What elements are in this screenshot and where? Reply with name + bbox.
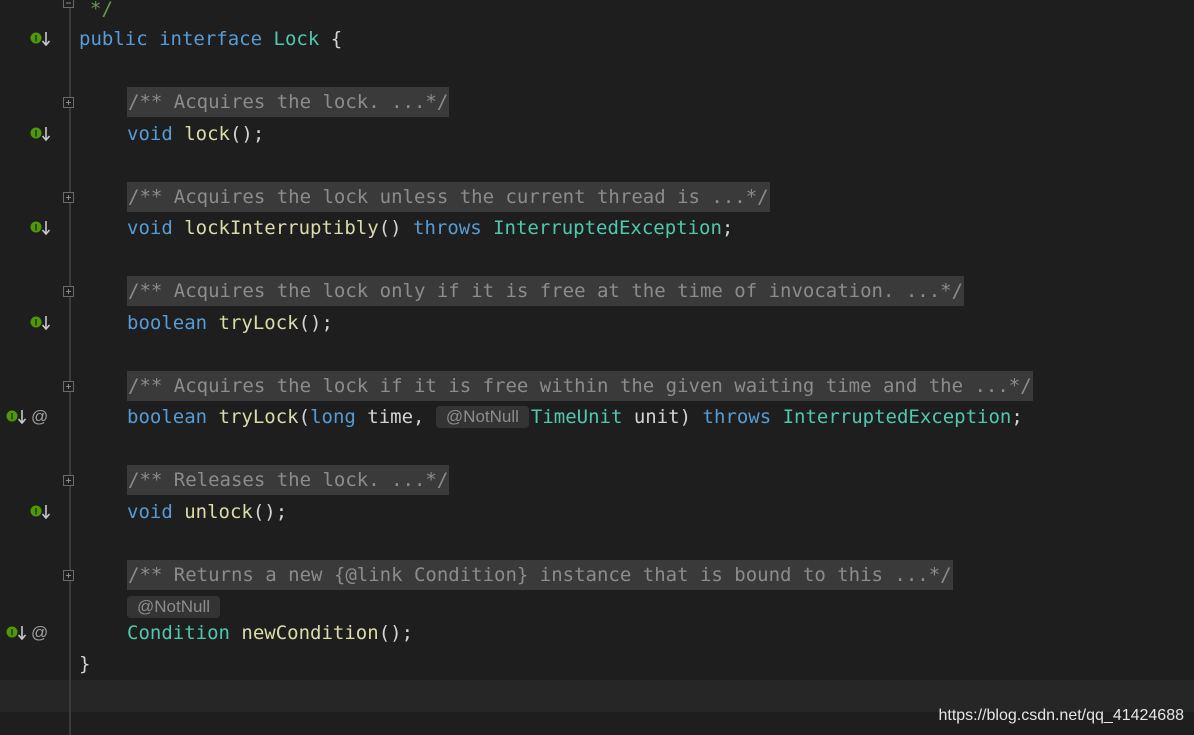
- javadoc-line: /** Acquires the lock if it is free with…: [0, 371, 1194, 401]
- javadoc-line: /** Acquires the lock unless the current…: [0, 182, 1194, 212]
- keyword-public: public: [79, 28, 148, 50]
- code-editor[interactable]: */ I public interface Lock { /** Acquire…: [0, 0, 1194, 735]
- javadoc-folded[interactable]: /** Acquires the lock only if it is free…: [127, 276, 965, 306]
- code-line: I boolean tryLock();: [0, 308, 1194, 338]
- code-line: I void lock();: [0, 119, 1194, 149]
- keyword-interface: interface: [159, 28, 263, 50]
- code-line: I @ boolean tryLock(long time, @NotNull T…: [0, 402, 1194, 432]
- code-line: }: [0, 649, 1194, 679]
- annotation-at-icon[interactable]: @: [31, 623, 48, 643]
- method-declaration: void unlock();: [127, 501, 288, 523]
- fold-expand-icon[interactable]: [63, 97, 74, 108]
- method-name[interactable]: newCondition: [241, 622, 378, 644]
- svg-text:I: I: [35, 318, 38, 328]
- fold-expand-icon[interactable]: [63, 192, 74, 203]
- javadoc-line: /** Acquires the lock. ...*/: [0, 87, 1194, 117]
- exception-type[interactable]: InterruptedException: [783, 406, 1012, 428]
- method-declaration: boolean tryLock();: [127, 312, 333, 334]
- notnull-inlay-hint: @NotNull: [127, 596, 220, 618]
- implemented-down-arrow-icon[interactable]: I: [6, 623, 28, 643]
- fold-expand-icon[interactable]: [63, 475, 74, 486]
- fold-expand-icon[interactable]: [63, 381, 74, 392]
- svg-text:I: I: [35, 129, 38, 139]
- watermark-url: https://blog.csdn.net/qq_41424688: [938, 707, 1184, 724]
- fold-expand-icon[interactable]: [63, 286, 74, 297]
- fold-end-icon[interactable]: [63, 0, 74, 8]
- javadoc-folded[interactable]: /** Acquires the lock. ...*/: [127, 87, 450, 117]
- return-type[interactable]: Condition: [127, 622, 230, 644]
- annotation-at-icon[interactable]: @: [31, 407, 48, 427]
- code-line: I public interface Lock {: [0, 24, 1194, 54]
- exception-type[interactable]: InterruptedException: [493, 217, 722, 239]
- method-name[interactable]: lock: [184, 123, 230, 145]
- code-line: I void lockInterruptibly() throws Interr…: [0, 213, 1194, 243]
- method-name[interactable]: unlock: [184, 501, 253, 523]
- implemented-down-arrow-icon[interactable]: I: [30, 313, 52, 333]
- code-line: */: [0, 0, 1194, 24]
- method-name[interactable]: tryLock: [219, 312, 299, 334]
- method-declaration: void lock();: [127, 123, 265, 145]
- method-name[interactable]: lockInterruptibly: [184, 217, 378, 239]
- javadoc-folded[interactable]: /** Returns a new {@link Condition} inst…: [127, 560, 953, 590]
- notnull-inlay-hint: @NotNull: [435, 406, 529, 428]
- interface-declaration: public interface Lock {: [79, 24, 342, 54]
- svg-text:I: I: [35, 223, 38, 233]
- open-brace: {: [330, 28, 343, 50]
- svg-text:I: I: [35, 507, 38, 517]
- javadoc-folded[interactable]: /** Acquires the lock unless the current…: [127, 182, 770, 212]
- method-name[interactable]: tryLock: [219, 406, 299, 428]
- javadoc-folded[interactable]: /** Acquires the lock if it is free with…: [127, 371, 1033, 401]
- svg-text:I: I: [11, 412, 14, 422]
- method-declaration: void lockInterruptibly() throws Interrup…: [127, 217, 734, 239]
- javadoc-line: /** Releases the lock. ...*/: [0, 465, 1194, 495]
- method-declaration: Condition newCondition();: [127, 622, 414, 644]
- implemented-down-arrow-icon[interactable]: I: [30, 218, 52, 238]
- implemented-down-arrow-icon[interactable]: I: [30, 124, 52, 144]
- fold-expand-icon[interactable]: [63, 570, 74, 581]
- svg-text:I: I: [35, 34, 38, 44]
- javadoc-line: /** Acquires the lock only if it is free…: [0, 276, 1194, 306]
- interface-name[interactable]: Lock: [274, 28, 320, 50]
- code-line: I @ Condition newCondition();: [0, 618, 1194, 648]
- comment-close: */: [90, 0, 113, 20]
- param-type[interactable]: TimeUnit: [531, 406, 623, 428]
- close-brace: }: [79, 653, 91, 675]
- implemented-down-arrow-icon[interactable]: I: [30, 502, 52, 522]
- svg-text:I: I: [11, 628, 14, 638]
- code-line: I void unlock();: [0, 497, 1194, 527]
- method-declaration: boolean tryLock(long time, @NotNull TimeU…: [127, 406, 1023, 428]
- implemented-down-arrow-icon[interactable]: I: [6, 407, 28, 427]
- implemented-down-arrow-icon[interactable]: I: [30, 29, 52, 49]
- javadoc-folded[interactable]: /** Releases the lock. ...*/: [127, 465, 450, 495]
- javadoc-line: /** Returns a new {@link Condition} inst…: [0, 560, 1194, 590]
